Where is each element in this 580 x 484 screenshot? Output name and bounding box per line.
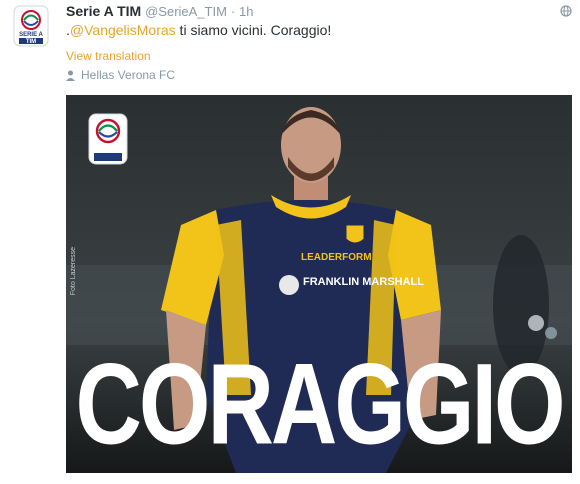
separator-dot: ·: [230, 4, 236, 19]
jersey-sponsor: FRANKLIN MARSHALL: [303, 276, 424, 288]
photo-headline: CORAGGIO: [75, 341, 565, 469]
tweet-header: Serie A TIM @SerieA_TIM · 1h: [66, 2, 254, 21]
avatar[interactable]: SERIE A TIM: [13, 5, 49, 47]
location-label: Hellas Verona FC: [81, 68, 176, 82]
text-body: ti siamo vicini. Coraggio!: [175, 22, 332, 38]
mention-link[interactable]: @VangelisMoras: [70, 22, 176, 38]
photo-serie-a-logo: [88, 113, 128, 165]
tweet-timestamp[interactable]: 1h: [239, 4, 253, 19]
user-handle[interactable]: @SerieA_TIM: [145, 4, 227, 19]
logo-text-1: SERIE A: [19, 32, 43, 38]
tweet-photo[interactable]: LEADERFORM FRANKLIN MARSHALL Foto Lazere…: [66, 95, 572, 473]
location-link[interactable]: Hellas Verona FC: [66, 68, 175, 82]
serie-a-logo-icon: SERIE A TIM: [13, 5, 49, 47]
location-pin-icon: [66, 70, 75, 81]
view-translation-link[interactable]: View translation: [66, 49, 151, 63]
display-name[interactable]: Serie A TIM: [66, 3, 141, 19]
jersey-sponsor-top: LEADERFORM: [301, 252, 372, 263]
globe-icon: [560, 4, 572, 17]
photo-credit: Foto Lazeresse: [70, 247, 77, 296]
logo-text-2: TIM: [26, 39, 36, 45]
tweet-text: .@VangelisMoras ti siamo vicini. Coraggi…: [66, 21, 331, 39]
